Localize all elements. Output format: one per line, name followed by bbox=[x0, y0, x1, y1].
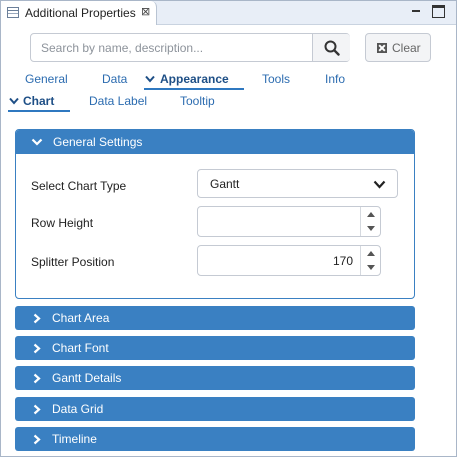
section-chart-font[interactable]: Chart Font bbox=[15, 336, 415, 360]
section-label: Gantt Details bbox=[52, 371, 122, 385]
view-title-bar: Additional Properties ⊠ bbox=[1, 1, 456, 25]
clear-icon bbox=[377, 43, 387, 53]
chevron-right-icon bbox=[33, 404, 41, 415]
section-label: Timeline bbox=[52, 432, 97, 446]
chevron-right-icon bbox=[33, 434, 41, 445]
active-tab-indicator bbox=[144, 88, 244, 90]
properties-view: Additional Properties ⊠ Clear General Da… bbox=[0, 0, 457, 457]
chevron-down-icon bbox=[9, 97, 19, 105]
active-subtab-indicator bbox=[8, 110, 70, 112]
tab-general[interactable]: General bbox=[25, 72, 68, 86]
chevron-down-icon bbox=[145, 75, 155, 83]
chart-type-label: Select Chart Type bbox=[31, 179, 127, 193]
minimize-icon[interactable] bbox=[410, 5, 423, 18]
clear-button[interactable]: Clear bbox=[365, 33, 431, 62]
subtab-tooltip[interactable]: Tooltip bbox=[180, 94, 215, 108]
chevron-down-icon bbox=[31, 138, 43, 146]
chart-type-value: Gantt bbox=[210, 177, 240, 191]
splitter-position-arrows bbox=[360, 246, 380, 275]
tab-tools[interactable]: Tools bbox=[262, 72, 290, 86]
section-label: Chart Area bbox=[52, 311, 110, 325]
decrement-icon[interactable] bbox=[361, 222, 381, 236]
section-timeline[interactable]: Timeline bbox=[15, 427, 415, 451]
properties-view-icon bbox=[7, 7, 19, 18]
splitter-position-label: Splitter Position bbox=[31, 255, 115, 269]
splitter-position-stepper bbox=[197, 245, 381, 276]
splitter-position-field[interactable] bbox=[198, 246, 359, 275]
chevron-right-icon bbox=[33, 343, 41, 354]
general-settings-panel: General Settings Select Chart Type Gantt… bbox=[15, 129, 415, 299]
search-input[interactable] bbox=[31, 34, 312, 61]
section-label: Data Grid bbox=[52, 402, 104, 416]
search-box bbox=[30, 33, 350, 62]
tab-info[interactable]: Info bbox=[325, 72, 345, 86]
clear-button-label: Clear bbox=[392, 41, 421, 55]
search-icon bbox=[324, 40, 340, 56]
tab-appearance[interactable]: Appearance bbox=[160, 72, 229, 86]
chart-type-select[interactable]: Gantt bbox=[197, 169, 398, 198]
search-button[interactable] bbox=[312, 34, 350, 61]
chevron-down-icon bbox=[373, 180, 386, 189]
increment-icon[interactable] bbox=[361, 246, 381, 260]
increment-icon[interactable] bbox=[361, 207, 381, 221]
row-height-field[interactable] bbox=[198, 207, 359, 236]
view-title: Additional Properties bbox=[25, 6, 136, 20]
row-height-label: Row Height bbox=[31, 216, 94, 230]
maximize-icon[interactable] bbox=[432, 5, 445, 18]
view-tab[interactable]: Additional Properties ⊠ bbox=[1, 1, 157, 25]
close-view-icon[interactable]: ⊠ bbox=[141, 5, 150, 18]
section-chart-area[interactable]: Chart Area bbox=[15, 306, 415, 330]
row-height-arrows bbox=[360, 207, 380, 236]
section-data-grid[interactable]: Data Grid bbox=[15, 397, 415, 421]
decrement-icon[interactable] bbox=[361, 261, 381, 275]
chevron-right-icon bbox=[33, 313, 41, 324]
subtab-data-label[interactable]: Data Label bbox=[89, 94, 147, 108]
section-label: Chart Font bbox=[52, 341, 109, 355]
subtab-chart[interactable]: Chart bbox=[23, 94, 54, 108]
general-settings-title: General Settings bbox=[53, 135, 143, 149]
chevron-right-icon bbox=[33, 373, 41, 384]
row-height-stepper bbox=[197, 206, 381, 237]
general-settings-header[interactable]: General Settings bbox=[16, 130, 414, 154]
tab-data[interactable]: Data bbox=[102, 72, 127, 86]
section-gantt-details[interactable]: Gantt Details bbox=[15, 366, 415, 390]
